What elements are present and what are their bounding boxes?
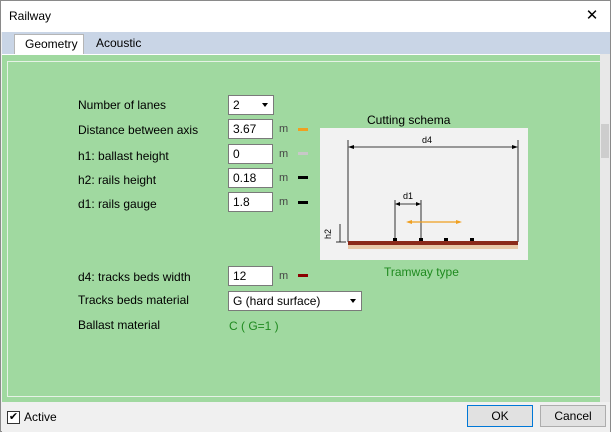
beds-material-value: G (hard surface) (233, 294, 321, 308)
d1-color-swatch (298, 201, 308, 204)
d4-input[interactable] (228, 266, 273, 286)
rail (444, 238, 448, 241)
d1-dimension-label: d1 (403, 191, 413, 201)
active-checkbox[interactable]: ✔ (7, 411, 20, 424)
d4-dimension-label: d4 (422, 135, 432, 145)
h2-input[interactable] (228, 168, 273, 188)
d1-arrow-left (395, 202, 400, 206)
lanes-value: 2 (233, 98, 240, 112)
cutting-schema: d4 d1 h2 (320, 128, 528, 260)
dialog-footer: ✔ Active OK Cancel (2, 402, 610, 432)
d4-unit: m (279, 270, 289, 282)
rail (470, 238, 474, 241)
active-label: Active (24, 410, 57, 424)
d4-arrow-left (348, 145, 354, 149)
axis-distance-label: Distance between axis (78, 123, 199, 137)
ballast-material-value: C ( G=1 ) (229, 319, 279, 333)
window-title: Railway (9, 9, 52, 23)
h1-input[interactable] (228, 144, 273, 164)
tab-geometry[interactable]: Geometry (14, 34, 84, 54)
schema-title: Cutting schema (367, 113, 451, 127)
ballast-layer (348, 245, 518, 249)
cutting-schema-drawing: d4 d1 h2 (323, 135, 519, 249)
h1-unit: m (279, 148, 289, 160)
d1-label: d1: rails gauge (78, 197, 157, 211)
ballast-material-label: Ballast material (78, 318, 161, 332)
title-bar: Railway ✕ (1, 1, 610, 32)
h1-color-swatch (298, 152, 308, 155)
axis-distance-arrow-right (456, 220, 462, 224)
axis-distance-unit: m (279, 123, 289, 135)
tramway-type-label: Tramway type (384, 265, 459, 279)
beds-material-select[interactable]: G (hard surface) (228, 291, 362, 311)
cancel-button[interactable]: Cancel (540, 405, 606, 427)
close-icon[interactable]: ✕ (582, 6, 602, 26)
lanes-select[interactable]: 2 (228, 95, 274, 115)
h2-color-swatch (298, 176, 308, 179)
scrollbar-thumb[interactable] (601, 124, 609, 158)
rail (393, 238, 397, 241)
rail (419, 238, 423, 241)
railway-dialog: Railway ✕ Geometry Acoustic Number of la… (0, 0, 611, 432)
d4-color-swatch (298, 274, 308, 277)
h1-label: h1: ballast height (78, 149, 169, 163)
h2-unit: m (279, 172, 289, 184)
tab-strip: Geometry Acoustic (2, 32, 610, 54)
axis-distance-arrow-left (406, 220, 412, 224)
d1-arrow-right (416, 202, 421, 206)
d1-input[interactable] (228, 192, 273, 212)
axis-distance-input[interactable] (228, 119, 273, 139)
tab-acoustic[interactable]: Acoustic (86, 34, 156, 54)
vertical-scrollbar[interactable] (600, 54, 610, 402)
beds-material-label: Tracks beds material (78, 293, 189, 307)
d4-label: d4: tracks beds width (78, 270, 191, 284)
ok-button[interactable]: OK (467, 405, 533, 427)
axis-distance-color-swatch (298, 128, 308, 131)
lanes-label: Number of lanes (78, 98, 167, 112)
track-bed (348, 241, 518, 245)
h2-label: h2: rails height (78, 173, 157, 187)
chevron-down-icon (262, 103, 268, 107)
d1-unit: m (279, 196, 289, 208)
chevron-down-icon (350, 299, 356, 303)
d4-arrow-right (512, 145, 518, 149)
h2-dimension-label: h2 (323, 229, 333, 239)
